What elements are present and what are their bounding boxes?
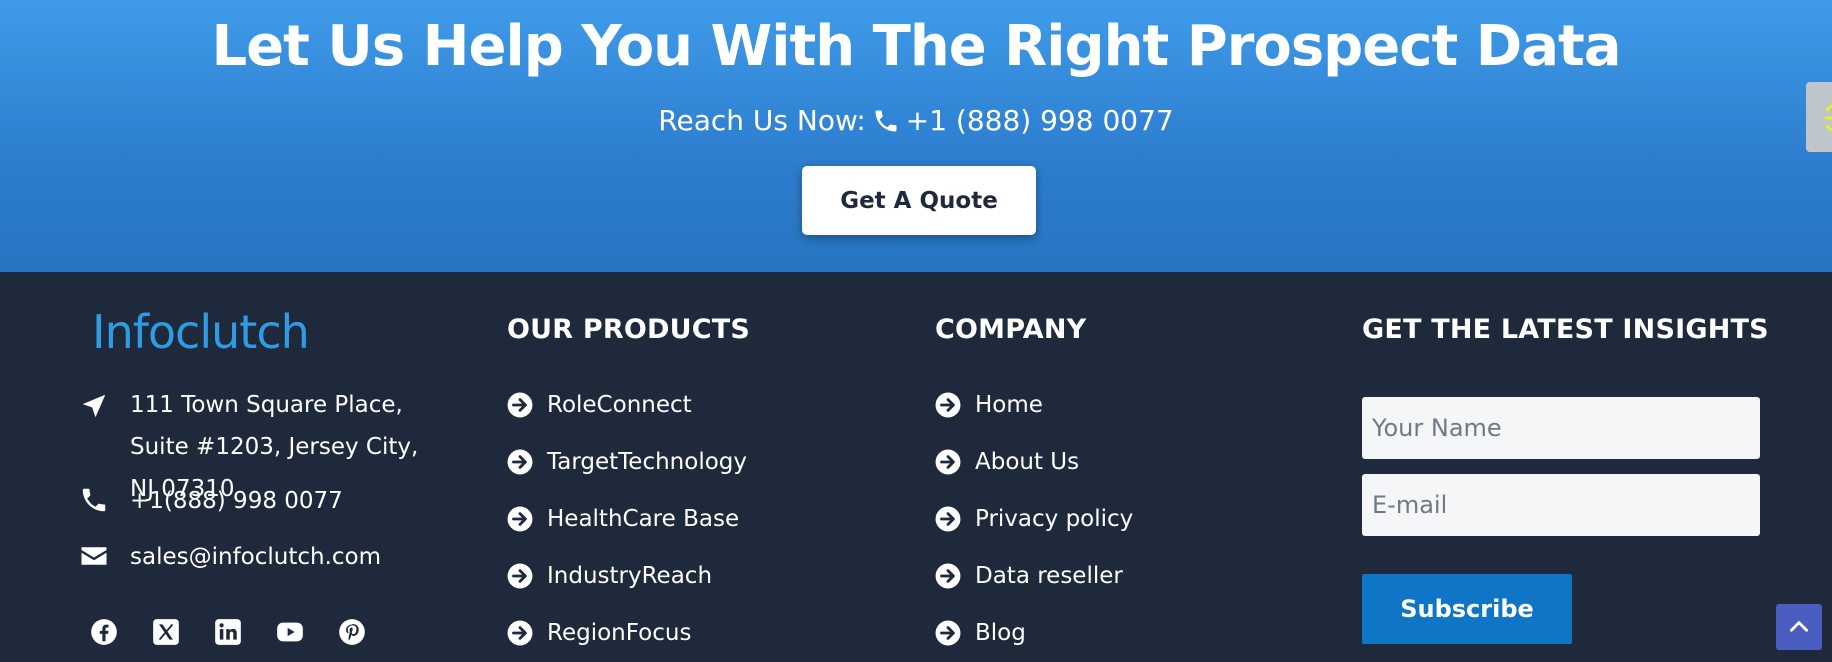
reach-us-label: Reach Us Now: — [658, 104, 866, 137]
arrow-circle-right-icon — [507, 620, 533, 645]
company-link-data-reseller[interactable]: Data reseller — [935, 547, 1133, 604]
name-input[interactable] — [1362, 397, 1760, 459]
product-link-regionfocus[interactable]: RegionFocus — [507, 604, 747, 661]
email-input[interactable] — [1362, 474, 1760, 536]
social-links — [90, 618, 366, 646]
email-row[interactable]: sales@infoclutch.com — [78, 536, 381, 578]
chevron-up-icon — [1790, 621, 1808, 632]
side-widget-tab[interactable] — [1806, 82, 1832, 152]
company-link-home[interactable]: Home — [935, 376, 1133, 433]
phone-icon — [78, 484, 110, 516]
location-arrow-icon — [78, 390, 110, 422]
scroll-to-top-button[interactable] — [1776, 604, 1822, 650]
arrow-circle-right-icon — [935, 563, 961, 588]
reach-us-line: Reach Us Now: +1 (888) 998 0077 — [0, 104, 1832, 137]
spinner-icon — [1824, 102, 1832, 132]
subscribe-button[interactable]: Subscribe — [1362, 574, 1572, 644]
products-heading: OUR PRODUCTS — [507, 314, 751, 345]
newsletter-heading: GET THE LATEST INSIGHTS — [1362, 314, 1769, 345]
infoclutch-logo[interactable]: Infoclutch — [92, 308, 310, 356]
footer-email: sales@infoclutch.com — [130, 544, 382, 570]
arrow-circle-right-icon — [935, 392, 961, 417]
banner-title: Let Us Help You With The Right Prospect … — [211, 14, 1621, 79]
phone-row[interactable]: +1(888) 998 0077 — [78, 480, 343, 522]
products-list: RoleConnect TargetTechnology HealthCare … — [507, 376, 747, 661]
youtube-icon[interactable] — [276, 618, 304, 646]
footer-phone: +1(888) 998 0077 — [130, 488, 343, 514]
company-link-privacy-policy[interactable]: Privacy policy — [935, 490, 1133, 547]
x-icon[interactable] — [152, 618, 180, 646]
reach-us-phone[interactable]: +1 (888) 998 0077 — [906, 104, 1174, 137]
linkedin-icon[interactable] — [214, 618, 242, 646]
phone-icon — [872, 107, 900, 135]
cta-banner: Let Us Help You With The Right Prospect … — [0, 0, 1832, 272]
arrow-circle-right-icon — [507, 392, 533, 417]
arrow-circle-right-icon — [507, 563, 533, 588]
envelope-icon — [78, 540, 110, 572]
product-link-targettechnology[interactable]: TargetTechnology — [507, 433, 747, 490]
arrow-circle-right-icon — [935, 449, 961, 474]
company-heading: COMPANY — [935, 314, 1087, 345]
product-link-industryreach[interactable]: IndustryReach — [507, 547, 747, 604]
product-link-healthcare-base[interactable]: HealthCare Base — [507, 490, 747, 547]
arrow-circle-right-icon — [507, 449, 533, 474]
company-link-blog[interactable]: Blog — [935, 604, 1133, 661]
arrow-circle-right-icon — [935, 506, 961, 531]
arrow-circle-right-icon — [935, 620, 961, 645]
company-list: Home About Us Privacy policy Data resell… — [935, 376, 1133, 661]
facebook-icon[interactable] — [90, 618, 118, 646]
get-a-quote-button[interactable]: Get A Quote — [802, 166, 1036, 235]
site-footer: Infoclutch 111 Town Square Place, Suite … — [0, 272, 1832, 662]
arrow-circle-right-icon — [507, 506, 533, 531]
company-link-about-us[interactable]: About Us — [935, 433, 1133, 490]
pinterest-icon[interactable] — [338, 618, 366, 646]
product-link-roleconnect[interactable]: RoleConnect — [507, 376, 747, 433]
